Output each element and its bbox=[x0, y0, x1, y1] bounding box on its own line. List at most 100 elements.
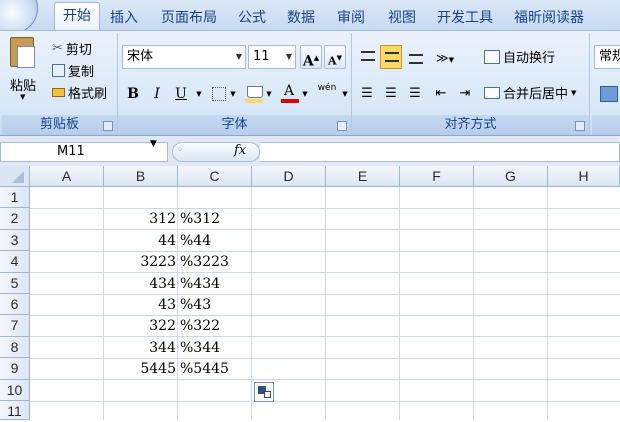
column-header-b[interactable]: B bbox=[104, 166, 178, 187]
column-header-g[interactable]: G bbox=[474, 166, 548, 187]
row-header-1[interactable]: 1 bbox=[0, 187, 30, 209]
align-top-button[interactable] bbox=[356, 45, 378, 69]
format-painter-button[interactable]: 格式刷 bbox=[52, 83, 107, 102]
phonetic-guide-icon: wén bbox=[317, 83, 337, 93]
column-header-c[interactable]: C bbox=[178, 166, 252, 187]
tab-data[interactable]: 数据 bbox=[287, 7, 315, 27]
row-header-6[interactable]: 6 bbox=[0, 294, 30, 316]
cell-b9[interactable]: 5445 bbox=[104, 358, 176, 379]
cut-button[interactable]: ✂ 剪切 bbox=[52, 39, 92, 58]
phonetic-guide-dropdown[interactable]: ▼ bbox=[340, 81, 350, 105]
cut-label: 剪切 bbox=[65, 43, 92, 58]
column-header-e[interactable]: E bbox=[326, 166, 400, 187]
accounting-format-button[interactable] bbox=[596, 81, 618, 105]
italic-button[interactable]: I bbox=[146, 81, 168, 105]
cell-c3[interactable]: %44 bbox=[180, 230, 260, 251]
font-size-combo[interactable]: 11 ▼ bbox=[248, 45, 296, 69]
align-middle-button[interactable] bbox=[380, 45, 402, 69]
row-header-7[interactable]: 7 bbox=[0, 315, 30, 337]
align-center-icon: ☰ bbox=[385, 86, 397, 101]
tab-formulas[interactable]: 公式 bbox=[238, 7, 266, 27]
decrease-indent-icon: ⇤ bbox=[435, 86, 447, 101]
border-dropdown[interactable]: ▼ bbox=[228, 81, 238, 105]
name-box[interactable]: M11 bbox=[0, 142, 168, 162]
font-group: 宋体 ▼ 11 ▼ A▲ A▼ B I U ▼ ▼ ▼ A ▼ wén ▼ 字体 bbox=[118, 33, 352, 135]
name-box-dropdown-icon[interactable]: ▼ bbox=[150, 139, 157, 149]
underline-dropdown[interactable]: ▼ bbox=[194, 81, 204, 105]
column-header-a[interactable]: A bbox=[30, 166, 104, 187]
fill-color-dropdown[interactable]: ▼ bbox=[264, 81, 274, 105]
font-name-combo[interactable]: 宋体 ▼ bbox=[122, 45, 246, 69]
cell-c2[interactable]: %312 bbox=[180, 208, 260, 229]
font-color-dropdown[interactable]: ▼ bbox=[300, 81, 310, 105]
row-header-3[interactable]: 3 bbox=[0, 229, 30, 252]
align-right-button[interactable]: ☰ bbox=[404, 81, 426, 105]
row-header-5[interactable]: 5 bbox=[0, 272, 30, 294]
worksheet-grid[interactable]: A B C D E F G H 1 2 3 4 5 6 7 8 9 10 11 … bbox=[0, 166, 620, 420]
tab-view[interactable]: 视图 bbox=[388, 7, 416, 27]
paste-options-button[interactable] bbox=[254, 382, 274, 402]
row-header-2[interactable]: 2 bbox=[0, 208, 30, 230]
column-header-d[interactable]: D bbox=[252, 166, 326, 187]
orientation-icon: ≫ bbox=[436, 51, 449, 65]
bold-button[interactable]: B bbox=[122, 81, 144, 105]
column-header-h[interactable]: H bbox=[548, 166, 620, 187]
cell-c5[interactable]: %434 bbox=[180, 273, 260, 294]
align-center-button[interactable]: ☰ bbox=[380, 81, 402, 105]
clipboard-group-label: 剪贴板 bbox=[2, 115, 117, 135]
align-right-icon: ☰ bbox=[409, 86, 421, 101]
copy-button[interactable]: 复制 bbox=[52, 61, 94, 80]
cell-b4[interactable]: 3223 bbox=[104, 251, 176, 272]
font-color-button[interactable]: A bbox=[278, 81, 300, 105]
insert-function-button[interactable]: fx bbox=[234, 143, 246, 158]
cell-c9[interactable]: %5445 bbox=[180, 358, 260, 379]
fill-color-button[interactable] bbox=[242, 81, 264, 105]
chevron-down-icon: ▼ bbox=[285, 52, 293, 61]
align-bottom-button[interactable] bbox=[404, 45, 426, 69]
row-header-8[interactable]: 8 bbox=[0, 336, 30, 359]
clipboard-dialog-launcher[interactable] bbox=[103, 121, 113, 131]
row-header-10[interactable]: 10 bbox=[0, 379, 30, 401]
underline-button[interactable]: U bbox=[170, 81, 192, 105]
number-format-value: 常规 bbox=[599, 49, 620, 64]
office-button[interactable] bbox=[0, 0, 38, 34]
tab-foxit-reader[interactable]: 福昕阅读器 bbox=[514, 7, 584, 27]
border-button[interactable] bbox=[208, 83, 228, 103]
shrink-font-button[interactable]: A▼ bbox=[324, 45, 346, 69]
wrap-text-label: 自动换行 bbox=[503, 51, 556, 66]
tab-home[interactable]: 开始 bbox=[54, 2, 100, 30]
cell-c7[interactable]: %322 bbox=[180, 315, 260, 336]
cell-b5[interactable]: 434 bbox=[104, 273, 176, 294]
row-header-4[interactable]: 4 bbox=[0, 251, 30, 273]
phonetic-guide-button[interactable]: wén bbox=[314, 81, 340, 105]
tab-review[interactable]: 审阅 bbox=[337, 7, 365, 27]
tab-page-layout[interactable]: 页面布局 bbox=[161, 7, 217, 27]
align-left-button[interactable]: ☰ bbox=[356, 81, 378, 105]
format-painter-icon bbox=[52, 88, 65, 97]
grow-font-button[interactable]: A▲ bbox=[300, 45, 322, 70]
paste-button[interactable]: 粘贴 ▼ bbox=[8, 37, 38, 101]
column-header-f[interactable]: F bbox=[400, 166, 474, 187]
cell-b2[interactable]: 312 bbox=[104, 208, 176, 229]
increase-indent-button[interactable]: ⇥ bbox=[454, 81, 476, 105]
row-header-9[interactable]: 9 bbox=[0, 358, 30, 380]
cell-c6[interactable]: %43 bbox=[180, 294, 260, 315]
number-format-combo[interactable]: 常规 bbox=[594, 45, 620, 69]
decrease-indent-button[interactable]: ⇤ bbox=[430, 81, 452, 105]
merge-center-label: 合并后居中 bbox=[503, 87, 569, 102]
row-header-11[interactable]: 11 bbox=[0, 401, 30, 420]
cell-b6[interactable]: 43 bbox=[104, 294, 176, 315]
tab-insert[interactable]: 插入 bbox=[110, 7, 138, 27]
cell-b7[interactable]: 322 bbox=[104, 315, 176, 336]
cell-b8[interactable]: 344 bbox=[104, 337, 176, 358]
font-dialog-launcher[interactable] bbox=[337, 121, 347, 131]
orientation-button[interactable]: ≫▼ bbox=[430, 45, 460, 69]
tab-developer[interactable]: 开发工具 bbox=[437, 7, 493, 27]
cell-c8[interactable]: %344 bbox=[180, 337, 260, 358]
alignment-dialog-launcher[interactable] bbox=[575, 121, 585, 131]
formula-input[interactable] bbox=[260, 142, 620, 162]
merge-center-button[interactable]: 合并后居中 ▼ bbox=[484, 83, 576, 102]
wrap-text-button[interactable]: 自动换行 bbox=[484, 47, 555, 66]
cell-b3[interactable]: 44 bbox=[104, 230, 176, 251]
cell-c4[interactable]: %3223 bbox=[180, 251, 260, 272]
